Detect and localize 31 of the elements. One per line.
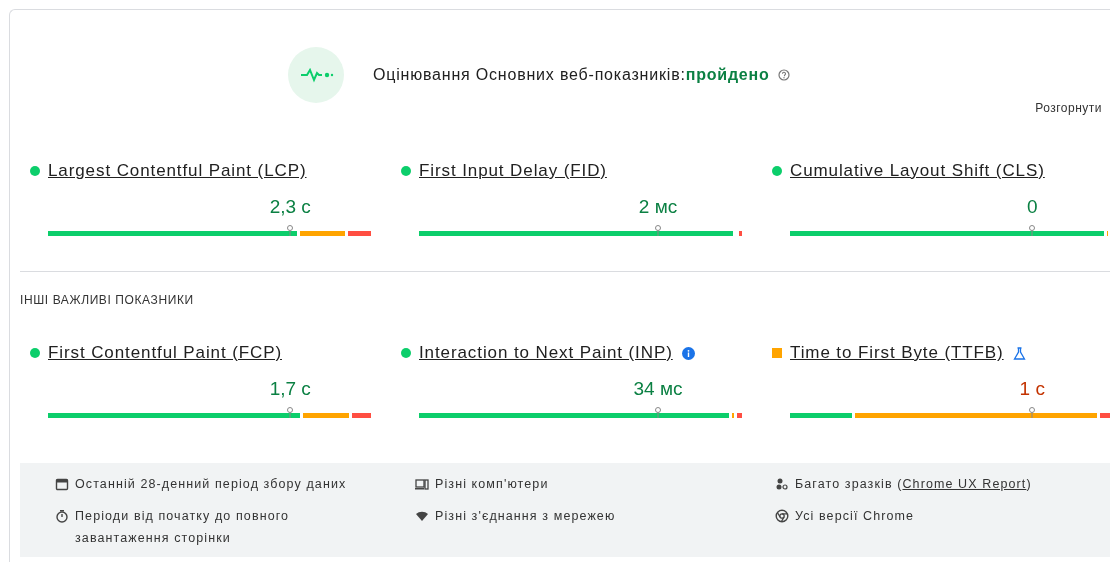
help-icon [777,69,790,81]
timer-icon [55,509,69,523]
metric-value: 34 мс [633,378,683,400]
metric-link[interactable]: Time to First Byte (TTFB) [790,343,1004,363]
report-link[interactable]: Chrome UX Report [902,477,1027,491]
metric-value: 1 с [1019,378,1045,400]
assessment-title: Оцінювання Основних веб-показників: [373,66,686,84]
pulse-icon [288,47,344,103]
calendar-icon [55,477,69,491]
metric-link[interactable]: Cumulative Layout Shift (CLS) [790,161,1045,181]
assessment-result: пройдено [685,66,770,84]
expand-link[interactable]: Розгорнути [1035,101,1102,115]
info-text: Усі версії Chrome [795,508,915,525]
metric-value: 2,3 с [269,196,311,218]
metric-link[interactable]: Largest Contentful Paint (LCP) [48,161,307,181]
metric-link[interactable]: Interaction to Next Paint (INP) [419,343,673,363]
metric-value: 2 мс [638,196,678,218]
info-text: Періоди від початку до повного завантаження сторінки [75,508,291,547]
laptop-icon [415,477,429,491]
browser-icon [775,509,789,523]
metric-link[interactable]: First Input Delay (FID) [419,161,607,181]
info-text: Різні з'єднання з мережею [435,508,616,525]
metric-value: 0 [1026,196,1038,218]
info-text: Останній 28-денний період збору даних [75,476,347,493]
wifi-icon [415,509,429,523]
section-heading: ІНШІ ВАЖЛИВІ ПОКАЗНИКИ [20,293,195,307]
metric-link[interactable]: First Contentful Paint (FCP) [48,343,282,363]
info-text: Багато зразків (Chrome UX Report) [795,476,1032,493]
info-text: Різні комп'ютери [435,476,549,493]
metric-value: 1,7 с [269,378,311,400]
people-icon [775,477,789,491]
